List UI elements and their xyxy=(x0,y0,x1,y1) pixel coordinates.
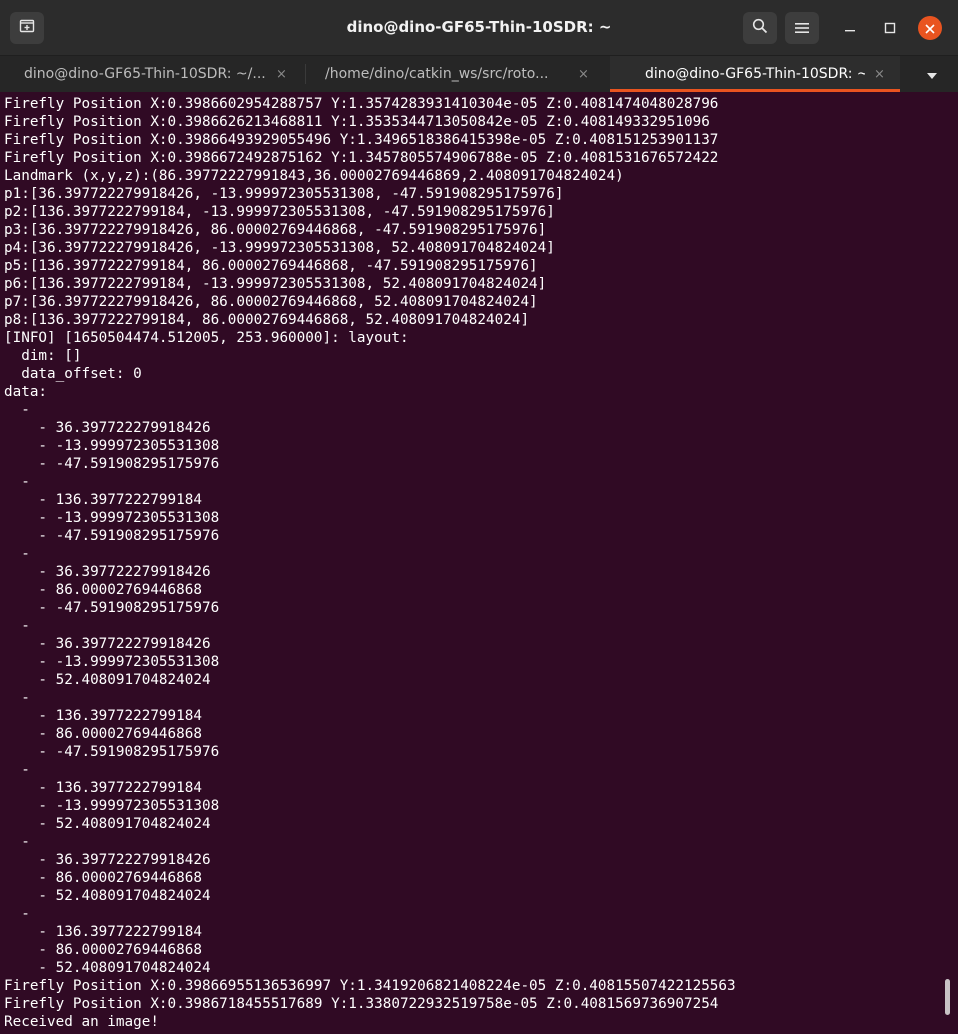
terminal-line: dim: [] xyxy=(4,348,82,364)
terminal-line: - 136.3977222799184 xyxy=(4,780,202,796)
terminal-line: - xyxy=(4,762,30,778)
terminal-line: p8:[136.3977222799184, 86.00002769446868… xyxy=(4,312,530,328)
hamburger-menu-icon xyxy=(795,19,809,38)
terminal-line: - -13.999972305531308 xyxy=(4,510,220,526)
terminal-line: Received an image! xyxy=(4,1014,159,1030)
terminal-line: - 136.3977222799184 xyxy=(4,492,202,508)
terminal-line: p7:[36.397722279918426, 86.0000276944686… xyxy=(4,294,538,310)
minimize-button[interactable] xyxy=(838,16,862,40)
terminal-line: Firefly Position X:0.39866493929055496 Y… xyxy=(4,132,719,148)
terminal-line: - xyxy=(4,546,30,562)
terminal-line: - 86.00002769446868 xyxy=(4,582,202,598)
minimize-icon xyxy=(844,19,856,38)
tab-bar: dino@dino-GF65-Thin-10SDR: ~/... × /home… xyxy=(0,56,958,92)
tab-terminal-home-active[interactable]: dino@dino-GF65-Thin-10SDR: ~ × xyxy=(610,56,900,92)
terminal-line: - 36.397722279918426 xyxy=(4,852,211,868)
terminal-line: Firefly Position X:0.3986672492875162 Y:… xyxy=(4,150,719,166)
terminal-line: Firefly Position X:0.3986602954288757 Y:… xyxy=(4,96,719,112)
terminal-line: - -47.591908295175976 xyxy=(4,528,220,544)
tab-close-icon[interactable]: × xyxy=(276,67,287,82)
terminal-line: - 136.3977222799184 xyxy=(4,708,202,724)
terminal-line: - xyxy=(4,402,30,418)
tab-label: dino@dino-GF65-Thin-10SDR: ~ xyxy=(645,66,865,82)
terminal-line: - -13.999972305531308 xyxy=(4,438,220,454)
terminal-line: Firefly Position X:0.39866955136536997 Y… xyxy=(4,978,736,994)
terminal-line: p1:[36.397722279918426, -13.999972305531… xyxy=(4,186,564,202)
close-icon xyxy=(925,19,935,38)
terminal-line: data_offset: 0 xyxy=(4,366,142,382)
scrollbar-thumb[interactable] xyxy=(945,979,950,1015)
search-button[interactable] xyxy=(743,12,777,44)
title-bar[interactable]: dino@dino-GF65-Thin-10SDR: ~ xyxy=(0,0,958,56)
search-icon xyxy=(752,18,768,38)
terminal-line: p6:[136.3977222799184, -13.9999723055313… xyxy=(4,276,547,292)
terminal-output[interactable]: Firefly Position X:0.3986602954288757 Y:… xyxy=(0,92,938,1034)
terminal-line: - 86.00002769446868 xyxy=(4,870,202,886)
scrollbar[interactable] xyxy=(938,92,958,1034)
terminal-line: - -47.591908295175976 xyxy=(4,456,220,472)
terminal-line: p4:[36.397722279918426, -13.999972305531… xyxy=(4,240,555,256)
terminal-line: - 52.408091704824024 xyxy=(4,672,211,688)
terminal-line: - 86.00002769446868 xyxy=(4,726,202,742)
terminal-line: [INFO] [1650504474.512005, 253.960000]: … xyxy=(4,330,409,346)
tab-close-icon[interactable]: × xyxy=(578,67,589,82)
menu-button[interactable] xyxy=(785,12,819,44)
terminal-line: - xyxy=(4,906,30,922)
terminal-line: p3:[36.397722279918426, 86.0000276944686… xyxy=(4,222,547,238)
tab-label: /home/dino/catkin_ws/src/roto... xyxy=(325,66,549,82)
terminal-line: - 36.397722279918426 xyxy=(4,420,211,436)
terminal-line: Firefly Position X:0.3986718455517689 Y:… xyxy=(4,996,719,1012)
terminal-line: - -47.591908295175976 xyxy=(4,600,220,616)
terminal-line: - 136.3977222799184 xyxy=(4,924,202,940)
terminal-line: p2:[136.3977222799184, -13.9999723055313… xyxy=(4,204,555,220)
terminal-line: - xyxy=(4,474,30,490)
maximize-button[interactable] xyxy=(878,16,902,40)
tab-catkin-ws[interactable]: /home/dino/catkin_ws/src/roto... × xyxy=(306,56,609,92)
terminal-line: - xyxy=(4,834,30,850)
terminal-line: - 86.00002769446868 xyxy=(4,942,202,958)
terminal-window: dino@dino-GF65-Thin-10SDR: ~ dino@dino-G… xyxy=(0,0,958,1034)
close-button[interactable] xyxy=(918,16,942,40)
terminal-line: - 52.408091704824024 xyxy=(4,888,211,904)
terminal-line: data: xyxy=(4,384,48,400)
terminal-line: - -13.999972305531308 xyxy=(4,798,220,814)
maximize-icon xyxy=(884,19,896,38)
tab-list-button[interactable] xyxy=(920,64,944,84)
terminal-line: - 52.408091704824024 xyxy=(4,816,211,832)
chevron-down-icon xyxy=(926,65,938,84)
terminal-line: - xyxy=(4,690,30,706)
terminal-line: - -13.999972305531308 xyxy=(4,654,220,670)
terminal-line: Landmark (x,y,z):(86.39772227991843,36.0… xyxy=(4,168,624,184)
tab-label: dino@dino-GF65-Thin-10SDR: ~/... xyxy=(24,66,266,82)
terminal-line: - 36.397722279918426 xyxy=(4,636,211,652)
tab-close-icon[interactable]: × xyxy=(874,67,885,82)
terminal-line: p5:[136.3977222799184, 86.00002769446868… xyxy=(4,258,538,274)
terminal-line: Firefly Position X:0.3986626213468811 Y:… xyxy=(4,114,710,130)
terminal-line: - 36.397722279918426 xyxy=(4,564,211,580)
terminal-line: - xyxy=(4,618,30,634)
terminal-line: - 52.408091704824024 xyxy=(4,960,211,976)
terminal-line: - -47.591908295175976 xyxy=(4,744,220,760)
tab-terminal-home-1[interactable]: dino@dino-GF65-Thin-10SDR: ~/... × xyxy=(0,56,305,92)
